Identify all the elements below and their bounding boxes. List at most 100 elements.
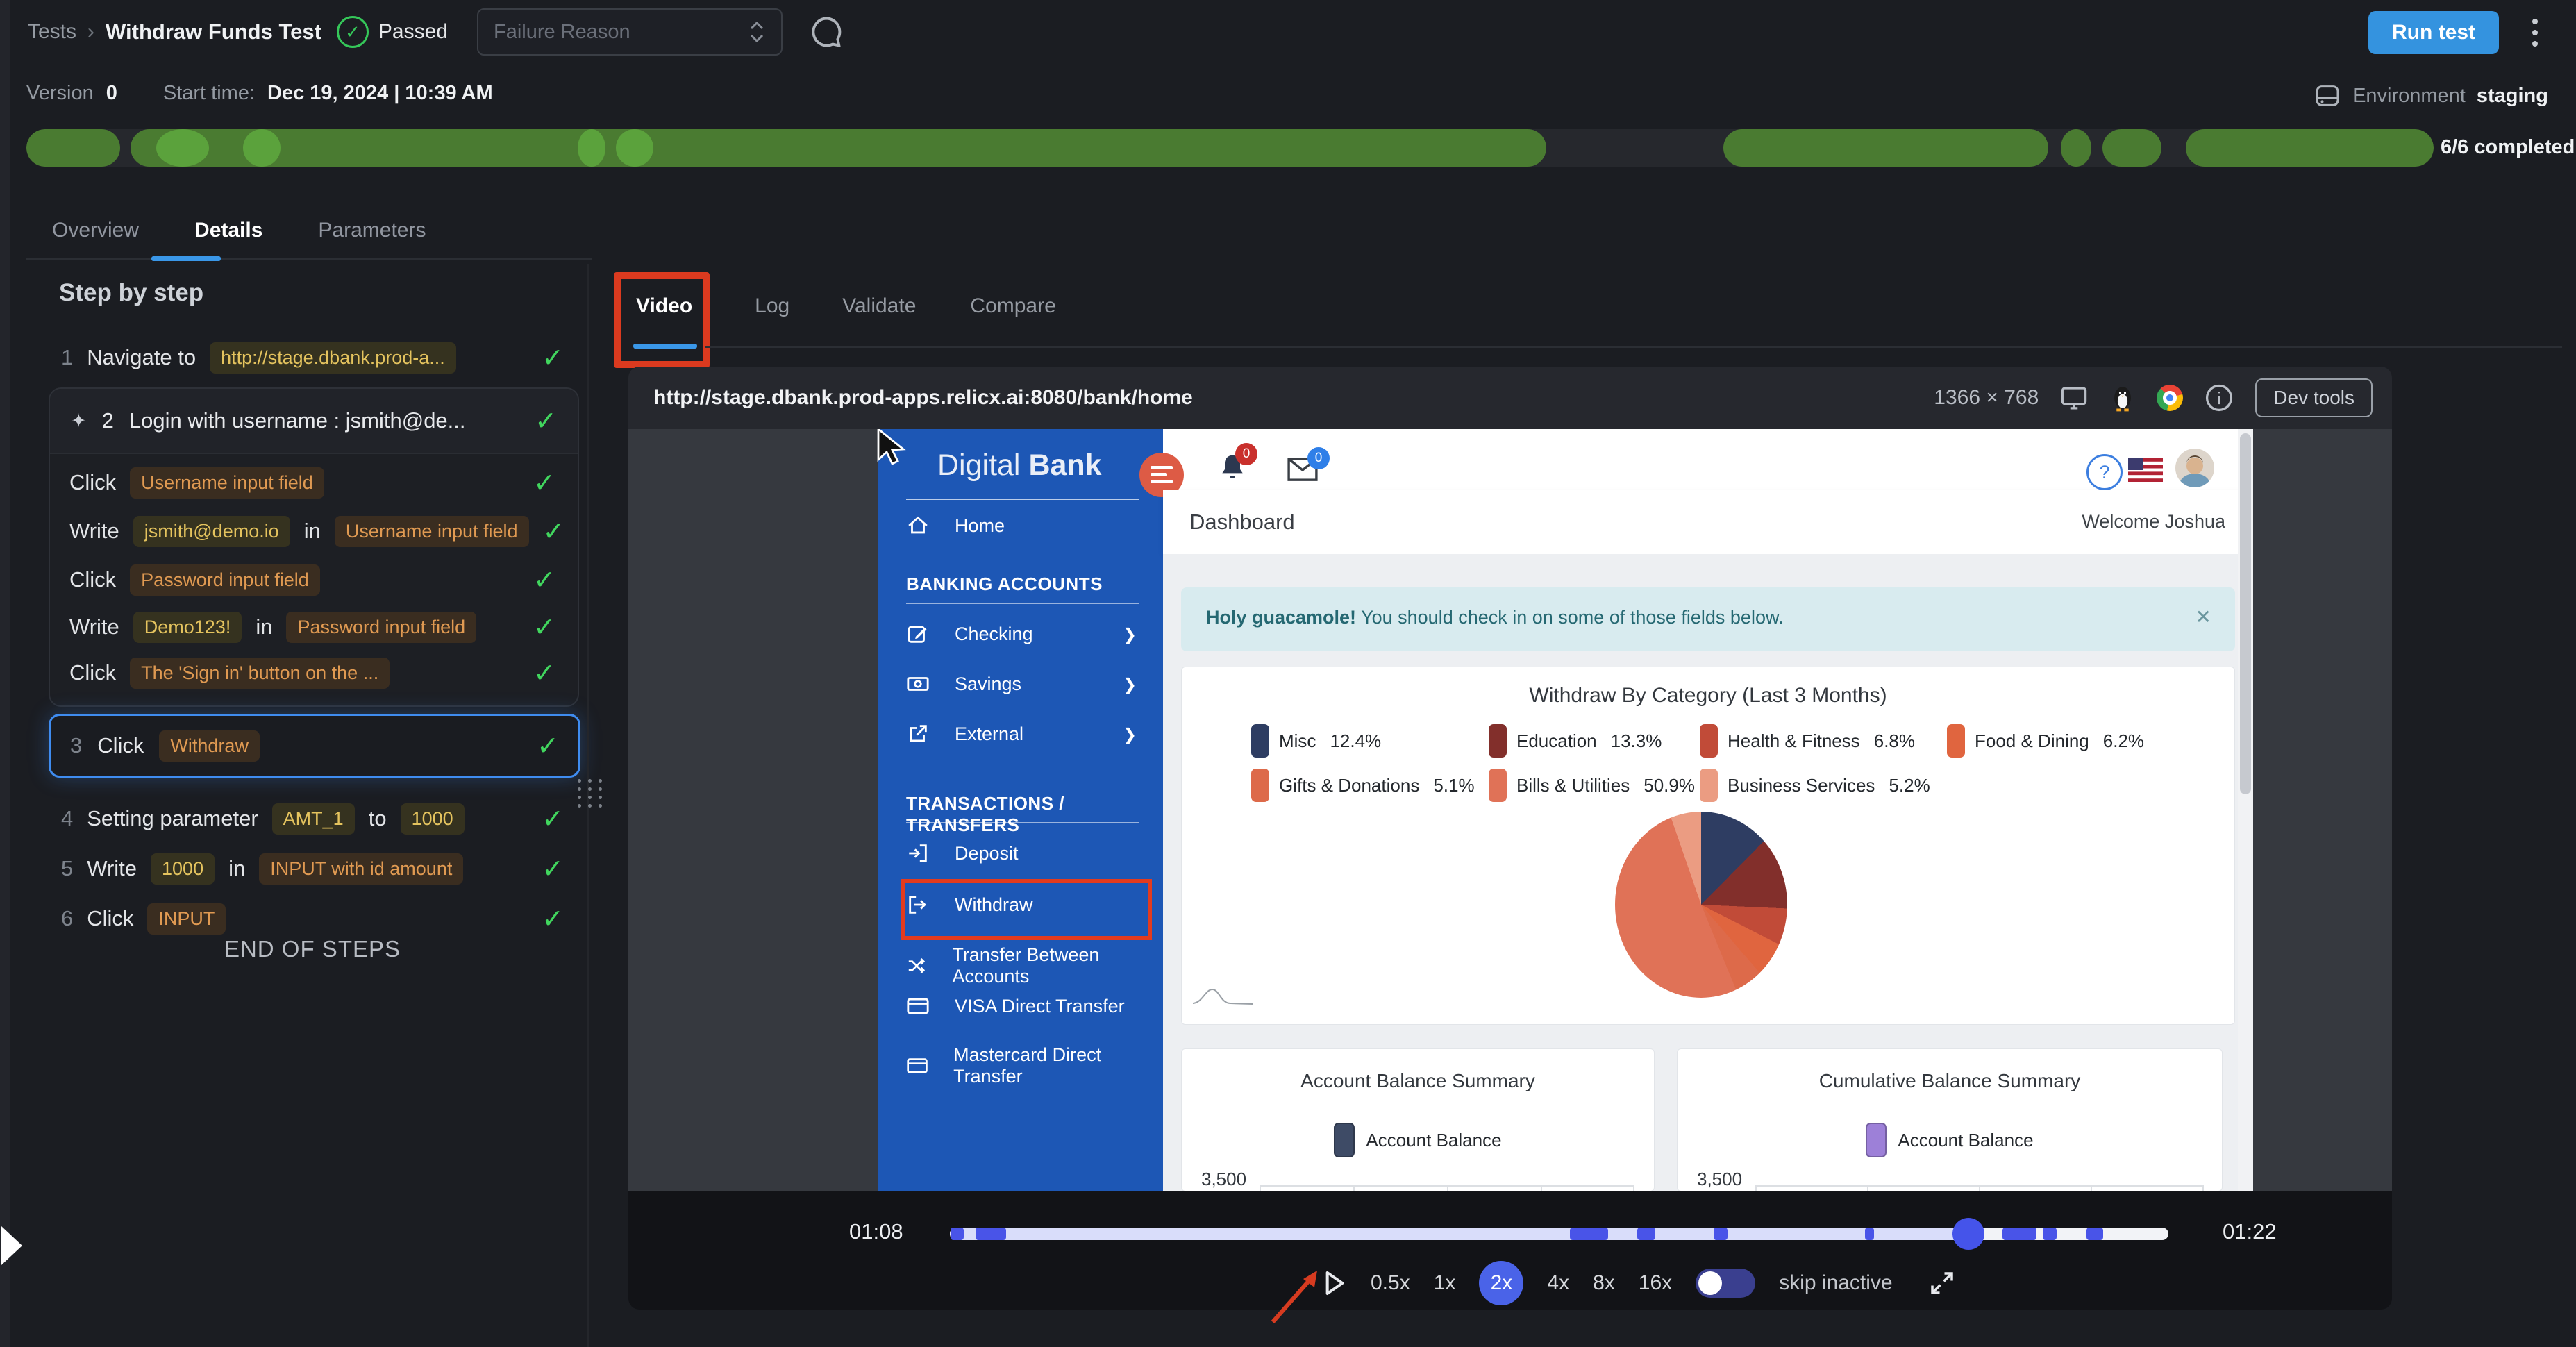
video-tabs: Video Log Validate Compare — [636, 294, 1056, 318]
step-row-2-sub-2[interactable]: Write jsmith@demo.io in Username input f… — [57, 508, 568, 554]
step-row-2-sub-5[interactable]: Click The 'Sign in' button on the ... ✓ — [57, 650, 568, 696]
comment-bubble-icon[interactable] — [809, 14, 845, 50]
panel-expander-arrow[interactable] — [1, 1226, 22, 1265]
timeline-event-marker — [1570, 1228, 1608, 1240]
legend-value: 13.3% — [1610, 730, 1662, 751]
tab-video[interactable]: Video — [636, 294, 692, 318]
select-chevrons-icon — [750, 21, 764, 43]
step-target-badge: Withdraw — [159, 730, 260, 762]
bank-mail-icon: 0 — [1287, 447, 1330, 482]
bank-section-transactions: TRANSACTIONS / TRANSFERS — [906, 793, 1064, 835]
timeline-event-marker — [1714, 1228, 1728, 1240]
legend-swatch — [1700, 769, 1718, 802]
progress-light-dot — [243, 129, 281, 167]
player-controls: 0.5x 1x 2x 4x 8x 16x skip inactive — [1319, 1261, 1957, 1305]
step-row-1[interactable]: 1 Navigate to http://stage.dbank.prod-a.… — [49, 335, 576, 380]
environment-drive-icon — [2316, 85, 2339, 106]
legend-swatch — [1489, 724, 1507, 758]
bank-content-area: Holy guacamole! You should check in on s… — [1163, 554, 2253, 1191]
timeline-playhead[interactable] — [1952, 1218, 1985, 1250]
bank-scrollbar[interactable] — [2238, 429, 2253, 1191]
legend-swatch — [1251, 724, 1269, 758]
bank-scrollbar-thumb[interactable] — [2240, 433, 2251, 794]
legend-swatch — [1700, 724, 1718, 758]
dev-tools-button[interactable]: Dev tools — [2255, 378, 2373, 417]
step-action: Write — [87, 856, 137, 880]
breadcrumb-root[interactable]: Tests — [28, 20, 76, 44]
step-target-badge: INPUT — [147, 903, 226, 935]
app-root: Tests › Withdraw Funds Test ✓ Passed Fai… — [0, 0, 2576, 1347]
chevron-right-icon: ❯ — [1123, 676, 1137, 694]
chevron-right-icon: ❯ — [1123, 726, 1137, 744]
tab-overview[interactable]: Overview — [52, 219, 139, 242]
step-row-2-sub-3[interactable]: Click Password input field ✓ — [57, 557, 568, 603]
tab-compare[interactable]: Compare — [970, 294, 1055, 318]
progress-segment — [2102, 129, 2162, 167]
info-icon[interactable] — [2204, 383, 2234, 413]
step-number: 4 — [61, 806, 74, 830]
bank-nav-checking: Checking — [906, 622, 1142, 646]
time-current: 01:08 — [849, 1219, 903, 1244]
step-row-5[interactable]: 5 Write 1000 in INPUT with id amount ✓ — [49, 846, 576, 892]
alert-text: You should check in on some of those fie… — [1361, 607, 1784, 628]
annotation-box-withdraw — [901, 879, 1152, 940]
step-row-2-header[interactable]: ✦ 2 Login with username : jsmith@de... ✓ — [50, 389, 578, 454]
video-surface[interactable]: Digital Bank Home BANKING ACCOUNTS Check… — [628, 429, 2392, 1191]
speed-4x[interactable]: 4x — [1547, 1271, 1569, 1295]
speed-16x[interactable]: 16x — [1639, 1271, 1672, 1295]
step-row-3-selected[interactable]: 3 Click Withdraw ✓ — [49, 714, 580, 778]
video-player-bar: 01:08 01:22 0.5x 1x 2x 4x 8x 16x skip in… — [628, 1191, 2392, 1323]
kebab-menu-icon[interactable] — [2525, 12, 2545, 53]
test-progress-bar[interactable] — [26, 129, 2434, 167]
meta-row: Version 0 Start time: Dec 19, 2024 | 10:… — [26, 82, 493, 105]
left-edge-strip — [0, 0, 10, 1347]
help-icon: ? — [2086, 454, 2123, 490]
step-target-badge: The 'Sign in' button on the ... — [130, 657, 390, 689]
skip-inactive-toggle[interactable] — [1696, 1269, 1756, 1298]
step-row-4[interactable]: 4 Setting parameter AMT_1 to 1000 ✓ — [49, 796, 576, 842]
cumulative-balance-card: Cumulative Balance Summary Account Balan… — [1677, 1048, 2223, 1191]
progress-segment — [131, 129, 1546, 167]
step-action: Write — [69, 614, 119, 639]
legend-item: Gifts & Donations 5.1% — [1251, 769, 1489, 802]
step-row-2-sub-4[interactable]: Write Demo123! in Password input field ✓ — [57, 604, 568, 650]
panel-resize-handle[interactable] — [578, 779, 604, 808]
timeline-event-marker — [2086, 1228, 2104, 1240]
version-label: Version — [26, 82, 94, 104]
step-row-6[interactable]: 6 Click INPUT ✓ — [49, 896, 576, 942]
run-test-button[interactable]: Run test — [2368, 11, 2499, 54]
tab-log[interactable]: Log — [755, 294, 789, 318]
step-action: Click — [97, 733, 144, 758]
legend-swatch — [1947, 724, 1965, 758]
tab-parameters[interactable]: Parameters — [318, 219, 426, 242]
timeline-played — [950, 1228, 1969, 1240]
step-action: Click — [87, 906, 134, 930]
fullscreen-icon[interactable] — [1927, 1269, 1957, 1298]
legend-swatch — [1489, 769, 1507, 802]
timeline-track[interactable] — [950, 1218, 2168, 1250]
step-number: 1 — [61, 345, 74, 369]
tab-details[interactable]: Details — [194, 219, 262, 242]
step-number: 2 — [101, 408, 114, 433]
monitor-icon[interactable] — [2059, 383, 2089, 412]
time-total: 01:22 — [2223, 1219, 2277, 1244]
speed-2x-active[interactable]: 2x — [1479, 1261, 1524, 1305]
legend-label: Education — [1516, 730, 1597, 751]
speed-8x[interactable]: 8x — [1593, 1271, 1615, 1295]
alert-close-icon: ✕ — [2195, 606, 2211, 628]
main-tabs-track — [26, 258, 592, 260]
tab-validate[interactable]: Validate — [842, 294, 916, 318]
progress-segment — [26, 129, 121, 167]
pie-legend-row-1: Misc 12.4% Education 13.3% Health & Fitness 6… — [1251, 719, 2144, 763]
legend-value: 6.2% — [2102, 730, 2145, 751]
passed-check-icon: ✓ — [336, 16, 369, 48]
step-target-badge: Password input field — [286, 611, 477, 643]
step-row-2-sub-1[interactable]: Click Username input field ✓ — [57, 460, 568, 505]
speed-0-5x[interactable]: 0.5x — [1371, 1271, 1410, 1295]
failure-reason-select[interactable]: Failure Reason — [476, 8, 783, 56]
speed-1x[interactable]: 1x — [1434, 1271, 1456, 1295]
progress-segment — [1723, 129, 2049, 167]
chevron-right-icon: ❯ — [1123, 626, 1137, 644]
main-tabs: Overview Details Parameters — [52, 208, 426, 253]
check-icon: ✓ — [542, 517, 565, 546]
